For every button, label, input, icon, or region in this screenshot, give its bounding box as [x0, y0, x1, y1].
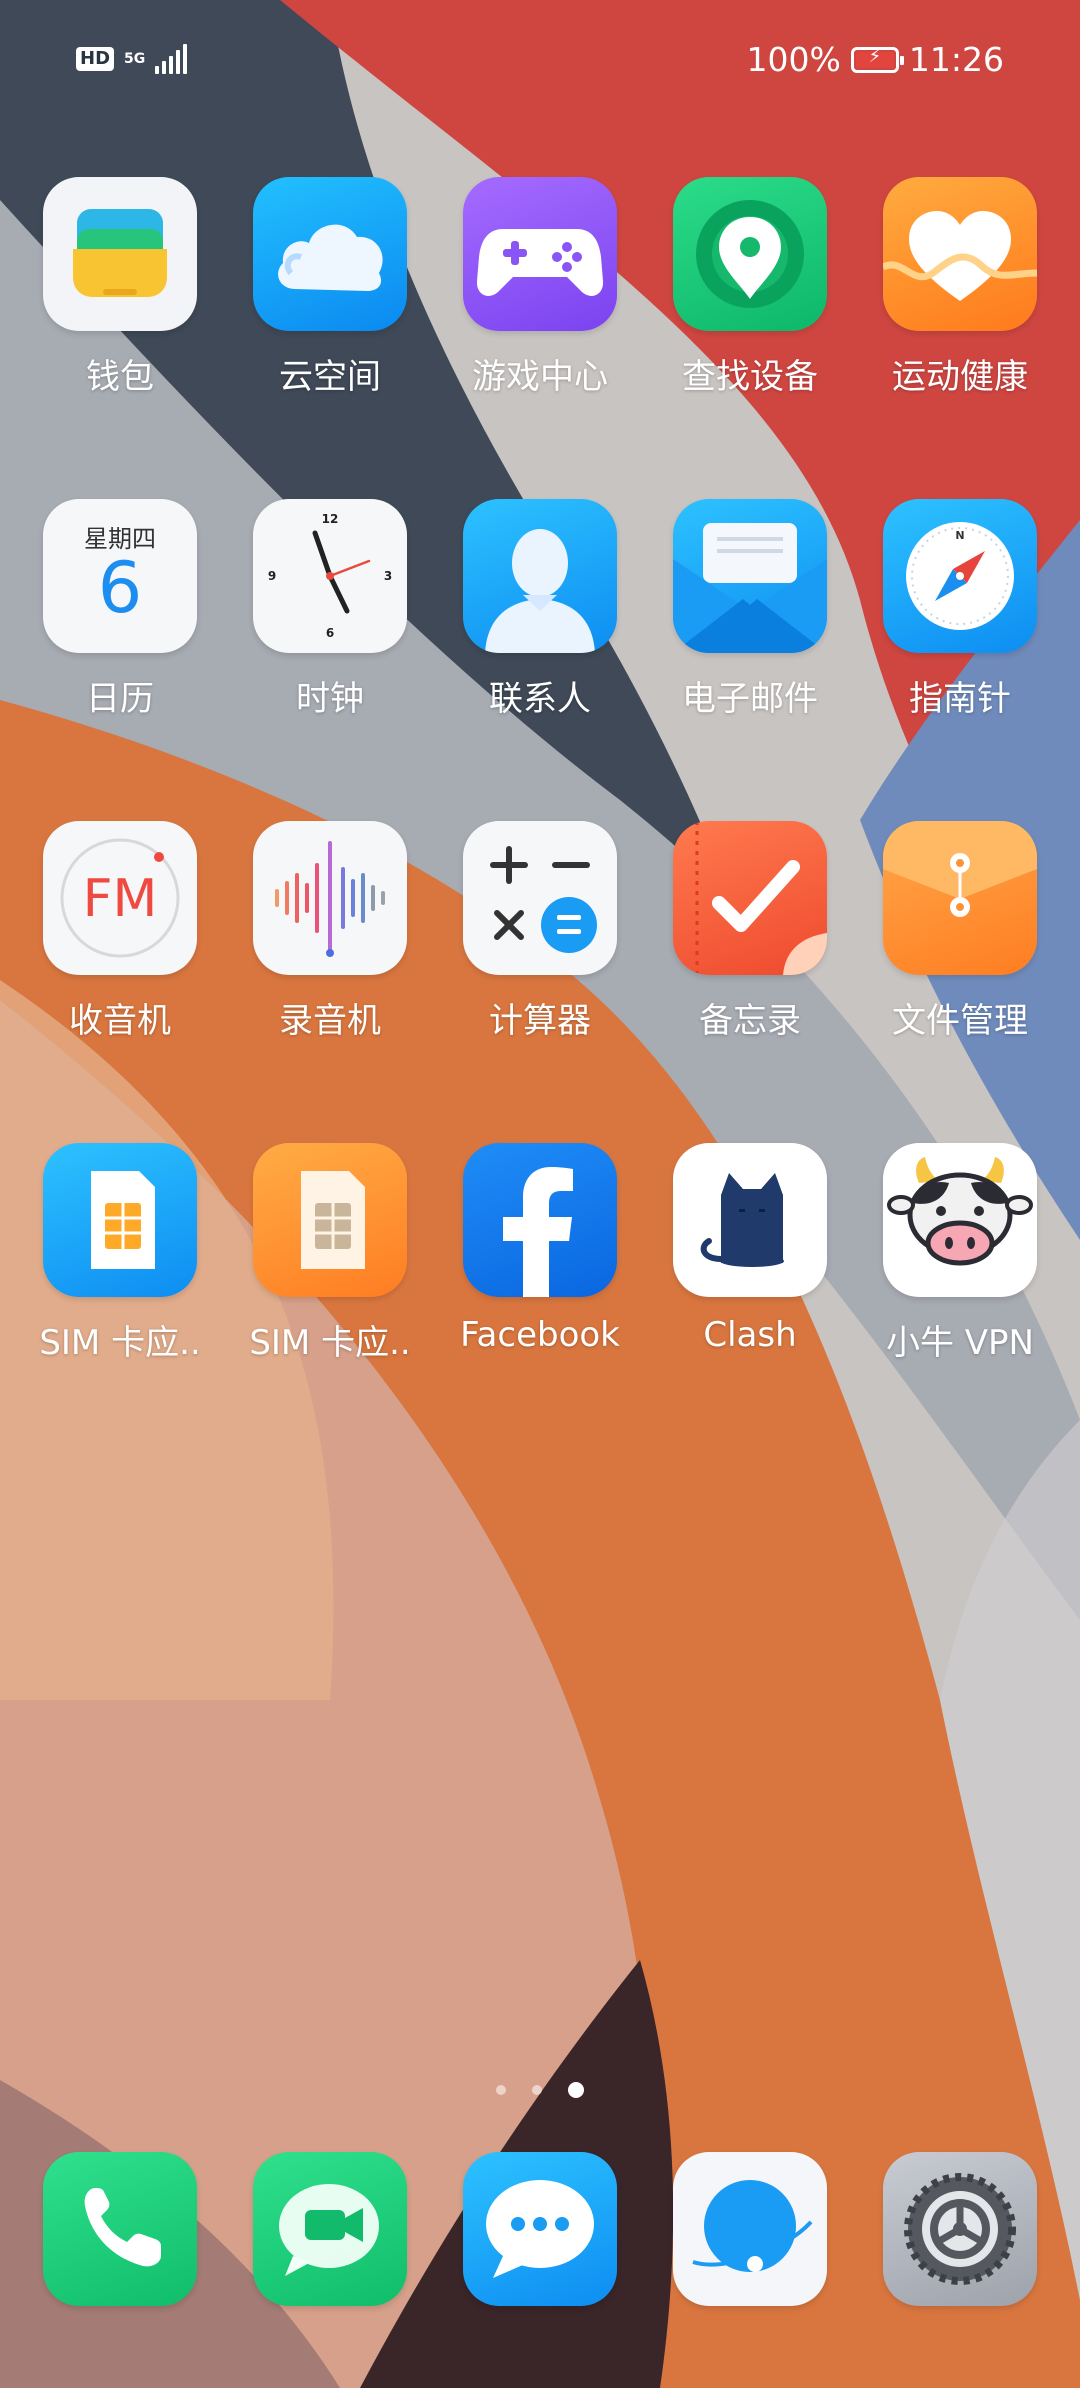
app-label: 文件管理 — [892, 1001, 1028, 1041]
page-dot[interactable] — [532, 2085, 542, 2095]
status-bar: HD 5G 100% ⚡ 11:26 — [0, 0, 1080, 120]
contact-person-icon — [463, 499, 617, 653]
battery-percent: 100% — [746, 40, 841, 79]
folder-envelope-icon — [883, 821, 1037, 975]
fm-text: FM — [82, 869, 158, 929]
app-sim-toolkit-2[interactable]: SIM 卡应.. — [225, 1143, 435, 1364]
app-label: 指南针 — [909, 679, 1011, 719]
signal-indicators: HD 5G — [76, 44, 188, 74]
app-label: 钱包 — [86, 357, 154, 397]
app-label: 时钟 — [296, 679, 364, 719]
clock-icon: 12 3 6 9 — [253, 499, 407, 653]
hd-voice-icon: HD — [76, 47, 115, 71]
app-label: 运动健康 — [892, 357, 1028, 397]
app-recorder[interactable]: 录音机 — [225, 821, 435, 1042]
app-notes[interactable]: 备忘录 — [645, 821, 855, 1042]
app-label: 查找设备 — [682, 357, 818, 397]
sim-card-icon — [253, 1143, 407, 1297]
clock-time: 11:26 — [908, 40, 1004, 79]
app-label: 小牛 VPN — [885, 1323, 1034, 1363]
svg-text:12: 12 — [322, 512, 339, 526]
app-label: 备忘录 — [699, 1001, 801, 1041]
app-label: SIM 卡应.. — [39, 1323, 201, 1363]
app-sim-toolkit-1[interactable]: SIM 卡应.. — [15, 1143, 225, 1364]
page-dot-active[interactable] — [568, 2082, 584, 2098]
sound-wave-icon — [253, 821, 407, 975]
cow-icon — [883, 1143, 1037, 1297]
svg-text:3: 3 — [384, 569, 392, 583]
svg-text:6: 6 — [326, 626, 334, 640]
app-label: Clash — [703, 1315, 797, 1355]
fm-radio-icon: FM — [43, 821, 197, 975]
checkmark-note-icon — [673, 821, 827, 975]
app-clash[interactable]: Clash — [645, 1143, 855, 1355]
app-facebook[interactable]: Facebook — [435, 1143, 645, 1355]
svg-text:N: N — [955, 529, 964, 542]
calculator-icon — [463, 821, 617, 975]
app-health[interactable]: 运动健康 — [855, 177, 1065, 398]
app-label: 游戏中心 — [472, 357, 608, 397]
app-radio[interactable]: FM 收音机 — [15, 821, 225, 1042]
compass-icon: N — [883, 499, 1037, 653]
app-cloud[interactable]: 云空间 — [225, 177, 435, 398]
svg-text:9: 9 — [268, 569, 276, 583]
video-chat-icon — [253, 2152, 407, 2306]
status-right: 100% ⚡ 11:26 — [747, 40, 1004, 79]
app-files[interactable]: 文件管理 — [855, 821, 1065, 1042]
app-find-device[interactable]: 查找设备 — [645, 177, 855, 398]
facebook-icon — [463, 1143, 617, 1297]
app-label: 联系人 — [489, 679, 591, 719]
page-indicator[interactable] — [0, 2082, 1080, 2098]
app-calendar[interactable]: 星期四 6 日历 — [15, 499, 225, 720]
app-compass[interactable]: N 指南针 — [855, 499, 1065, 720]
app-wallet[interactable]: 钱包 — [15, 177, 225, 398]
sim-card-icon — [43, 1143, 197, 1297]
app-label: 电子邮件 — [682, 679, 818, 719]
app-label: SIM 卡应.. — [249, 1323, 411, 1363]
app-contacts[interactable]: 联系人 — [435, 499, 645, 720]
wallet-icon — [43, 177, 197, 331]
game-controller-icon — [463, 177, 617, 331]
app-label: 录音机 — [279, 1001, 381, 1041]
app-label: 收音机 — [69, 1001, 171, 1041]
app-label: 计算器 — [489, 1001, 591, 1041]
app-email[interactable]: 电子邮件 — [645, 499, 855, 720]
dock-browser[interactable] — [645, 2152, 855, 2306]
dock-settings[interactable] — [855, 2152, 1065, 2306]
calendar-day: 6 — [97, 547, 143, 629]
browser-globe-icon — [673, 2152, 827, 2306]
battery-icon: ⚡ — [850, 46, 904, 73]
app-calculator[interactable]: 计算器 — [435, 821, 645, 1042]
app-label: 云空间 — [279, 357, 381, 397]
signal-strength-icon — [155, 44, 188, 74]
network-type: 5G — [124, 51, 146, 67]
app-label: Facebook — [460, 1315, 620, 1355]
dock-phone[interactable] — [15, 2152, 225, 2306]
heart-icon — [883, 177, 1037, 331]
app-clock[interactable]: 12 3 6 9 时钟 — [225, 499, 435, 720]
phone-icon — [43, 2152, 197, 2306]
app-label: 日历 — [86, 679, 154, 719]
dock-video-chat[interactable] — [225, 2152, 435, 2306]
envelope-icon — [673, 499, 827, 653]
app-xiaoniu-vpn[interactable]: 小牛 VPN — [855, 1143, 1065, 1364]
dock-messages[interactable] — [435, 2152, 645, 2306]
cloud-icon — [253, 177, 407, 331]
location-pin-icon — [673, 177, 827, 331]
message-icon — [463, 2152, 617, 2306]
cat-icon — [673, 1143, 827, 1297]
page-dot[interactable] — [496, 2085, 506, 2095]
app-game-center[interactable]: 游戏中心 — [435, 177, 645, 398]
calendar-icon: 星期四 6 — [43, 499, 197, 653]
settings-gear-icon — [883, 2152, 1037, 2306]
